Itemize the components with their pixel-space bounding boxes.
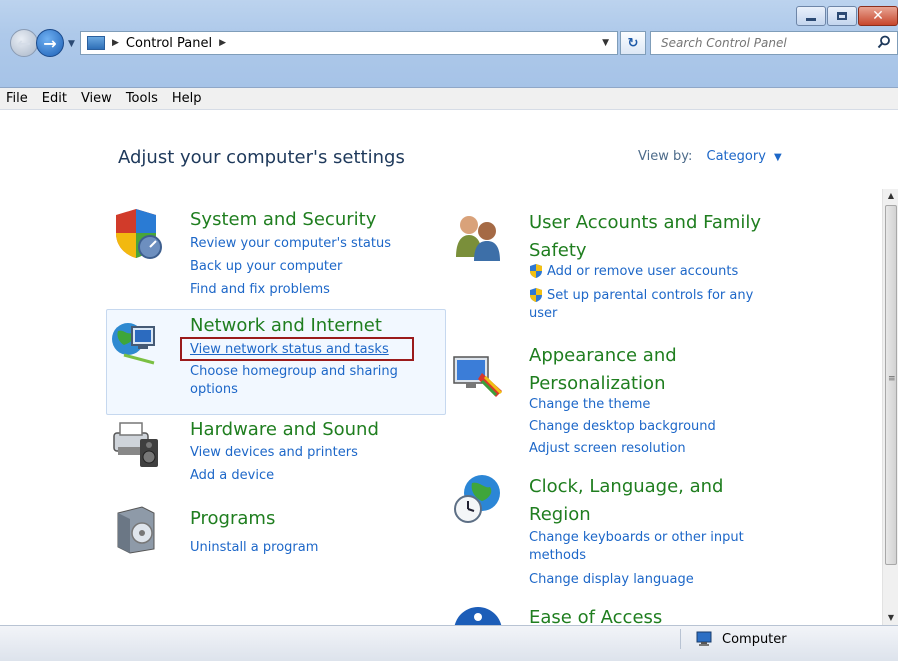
address-dropdown-icon[interactable]: ▼ [602,38,609,48]
ease-of-access-icon[interactable] [452,605,504,625]
back-button[interactable]: ← [10,29,38,57]
link-text[interactable]: Set up parental controls for any user [529,288,753,321]
link-change-theme[interactable]: Change the theme [529,396,650,414]
scroll-grip-icon: ≡ [888,374,896,384]
shield-icon[interactable] [110,207,162,259]
maximize-icon [837,12,847,20]
control-panel-icon [87,36,105,50]
status-divider [680,629,681,649]
search-icon[interactable] [877,35,891,49]
maximize-button[interactable] [827,6,857,26]
link-keyboards-input[interactable]: Change keyboards or other input methods [529,529,779,565]
link-add-remove-users[interactable]: Add or remove user accounts [529,263,738,281]
breadcrumb-arrow-icon[interactable]: ▶ [219,38,226,48]
chevron-down-icon[interactable]: ▼ [774,152,782,163]
category-ease-of-access[interactable]: Ease of Access [529,607,662,625]
menu-help[interactable]: Help [172,91,202,106]
menu-file[interactable]: File [6,91,28,106]
close-icon: ✕ [872,8,884,24]
window-title-bar: ✕ ← → ▼ ▶ Control Panel ▶ ▼ ↻ [0,0,898,88]
printer-speaker-icon[interactable] [110,417,162,469]
refresh-button[interactable]: ↻ [620,31,646,55]
category-clock-language[interactable]: Clock, Language, and Region [529,473,749,529]
link-uninstall-program[interactable]: Uninstall a program [190,539,318,557]
link-devices-printers[interactable]: View devices and printers [190,444,358,462]
category-appearance[interactable]: Appearance and Personalization [529,342,749,398]
recent-pages-dropdown[interactable]: ▼ [68,39,75,49]
network-globe-icon[interactable] [108,317,160,369]
users-icon[interactable] [452,211,504,263]
scroll-down-icon[interactable]: ▼ [883,611,898,625]
minimize-button[interactable] [796,6,826,26]
category-user-accounts[interactable]: User Accounts and Family Safety [529,209,789,265]
status-location-text: Computer [722,631,787,647]
view-by-label: View by: [638,149,693,164]
menu-edit[interactable]: Edit [42,91,67,106]
scroll-up-icon[interactable]: ▲ [883,189,898,203]
category-hardware-sound[interactable]: Hardware and Sound [190,419,379,441]
link-text[interactable]: Add or remove user accounts [547,264,738,279]
link-find-fix[interactable]: Find and fix problems [190,281,330,299]
category-programs[interactable]: Programs [190,508,275,530]
vertical-scrollbar[interactable]: ▲ ≡ ▼ [882,189,898,625]
category-network-internet[interactable]: Network and Internet [190,315,382,337]
uac-shield-icon [530,264,542,278]
breadcrumb-control-panel[interactable]: Control Panel [126,36,212,51]
minimize-icon [806,18,816,21]
clock-globe-icon[interactable] [452,473,504,525]
link-homegroup-sharing[interactable]: Choose homegroup and sharing options [190,363,422,399]
page-title: Adjust your computer's settings [118,147,405,168]
address-bar[interactable]: ▶ Control Panel ▶ ▼ [80,31,618,55]
category-system-security[interactable]: System and Security [190,209,376,231]
caption-buttons: ✕ [796,6,898,28]
uac-shield-icon [530,288,542,302]
highlight-box [180,337,414,361]
search-input[interactable] [661,36,871,50]
link-parental-controls[interactable]: Set up parental controls for any user [529,287,779,323]
view-by-select[interactable]: Category [707,149,766,164]
refresh-icon: ↻ [627,35,639,51]
status-bar: Computer [0,625,898,661]
search-box[interactable] [650,31,898,55]
scroll-thumb[interactable]: ≡ [885,205,897,565]
navigation-row: ← → ▼ ▶ Control Panel ▶ ▼ ↻ [8,26,898,62]
status-location: Computer [696,631,787,647]
view-by: View by: Category ▼ [638,149,782,164]
link-display-language[interactable]: Change display language [529,571,694,589]
menu-bar: File Edit View Tools Help [0,88,898,110]
link-desktop-background[interactable]: Change desktop background [529,418,716,436]
link-back-up[interactable]: Back up your computer [190,258,342,276]
link-add-device[interactable]: Add a device [190,467,274,485]
close-button[interactable]: ✕ [858,6,898,26]
menu-tools[interactable]: Tools [126,91,158,106]
computer-icon [696,631,712,646]
breadcrumb-arrow-icon[interactable]: ▶ [112,38,119,48]
link-screen-resolution[interactable]: Adjust screen resolution [529,440,686,458]
menu-view[interactable]: View [81,91,112,106]
link-review-status[interactable]: Review your computer's status [190,235,391,253]
forward-button[interactable]: → [36,29,64,57]
monitor-palette-icon[interactable] [452,347,504,399]
programs-box-icon[interactable] [108,503,160,555]
content-area: Adjust your computer's settings View by:… [0,111,882,625]
